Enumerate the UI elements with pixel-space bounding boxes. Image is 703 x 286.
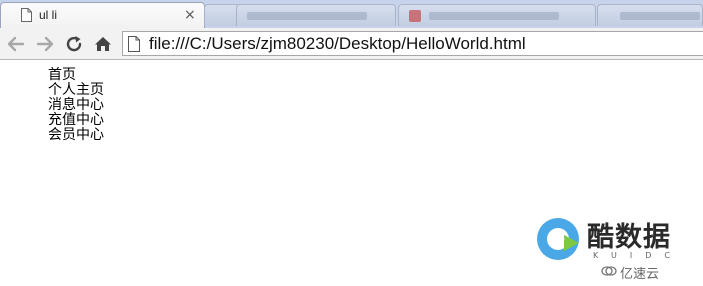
- watermark: 酷数据 KUIDC 亿速云: [535, 213, 700, 283]
- browser-window: ul li × file:///C:/Users/zjm80230/Deskto…: [0, 0, 703, 286]
- watermark-subtitle: KUIDC: [593, 251, 683, 260]
- new-tab-button[interactable]: [204, 4, 240, 26]
- list-item: 充值中心: [48, 112, 104, 128]
- home-icon[interactable]: [92, 33, 114, 55]
- address-bar[interactable]: file:///C:/Users/zjm80230/Desktop/HelloW…: [122, 31, 703, 56]
- tab-strip: ul li ×: [0, 0, 703, 28]
- tab-active[interactable]: ul li ×: [0, 2, 205, 28]
- toolbar: file:///C:/Users/zjm80230/Desktop/HelloW…: [0, 28, 703, 60]
- watermark-brand: 酷数据: [587, 222, 671, 253]
- back-arrow-icon[interactable]: [5, 33, 27, 55]
- tab-inactive[interactable]: [398, 4, 596, 26]
- nav-list: 首页 个人主页 消息中心 充值中心 会员中心: [48, 68, 104, 143]
- yisu-logo-icon: [601, 266, 617, 276]
- tab-inactive[interactable]: [597, 4, 703, 26]
- list-item: 会员中心: [48, 127, 104, 143]
- blurred-tab-title: [247, 12, 367, 20]
- list-item: 首页: [48, 67, 76, 83]
- reload-icon[interactable]: [63, 33, 85, 55]
- watermark-secondary: 亿速云: [620, 267, 660, 282]
- blurred-tab-title: [620, 12, 700, 20]
- url-text[interactable]: file:///C:/Users/zjm80230/Desktop/HelloW…: [149, 34, 526, 54]
- list-item: 个人主页: [48, 82, 104, 98]
- page-icon: [128, 36, 140, 52]
- tab-title: ul li: [39, 8, 58, 22]
- tab-inactive[interactable]: [236, 4, 396, 26]
- tab-close-button[interactable]: ×: [184, 7, 196, 23]
- kuidc-logo-icon: [537, 218, 579, 260]
- page-icon: [21, 8, 32, 22]
- blurred-tab-title: [429, 12, 559, 20]
- forward-arrow-icon[interactable]: [34, 33, 56, 55]
- list-item: 消息中心: [48, 97, 104, 113]
- favicon-icon: [409, 10, 421, 22]
